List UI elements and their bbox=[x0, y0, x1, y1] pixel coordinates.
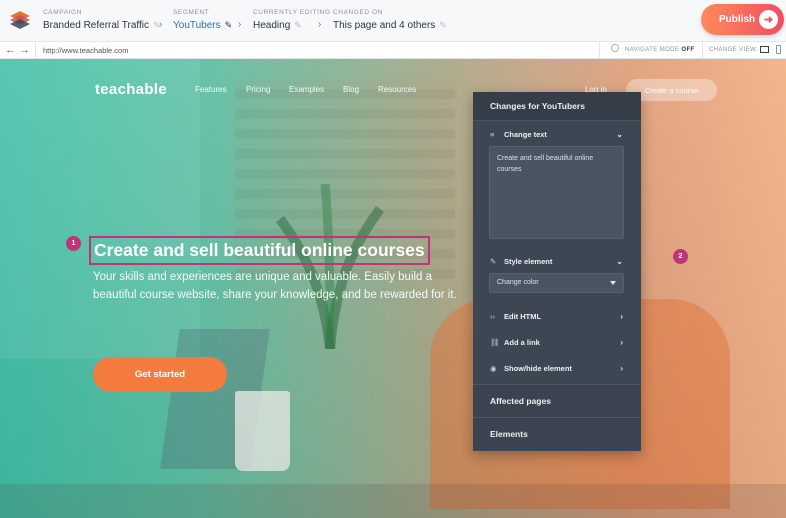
pencil-icon[interactable]: ✎ bbox=[225, 20, 233, 31]
change-text-label: Change text bbox=[504, 130, 547, 139]
campaign-label: CAMPAIGN bbox=[43, 9, 82, 16]
change-color-label: Change color bbox=[497, 279, 539, 286]
chevron-down-icon: ⌄ bbox=[616, 257, 623, 266]
publish-button[interactable]: Publish ➜ bbox=[701, 4, 784, 35]
style-element-row[interactable]: ✎ Style element ⌄ bbox=[473, 253, 641, 271]
show-hide-label: Show/hide element bbox=[504, 364, 572, 373]
segment-crumb[interactable]: SEGMENT YouTubers ✎ bbox=[173, 9, 232, 31]
app-logo-icon bbox=[10, 11, 30, 29]
back-arrow-icon[interactable]: ← bbox=[5, 44, 16, 56]
hero-headline[interactable]: Create and sell beautiful online courses bbox=[89, 236, 430, 265]
navigate-mode-value: OFF bbox=[681, 47, 695, 53]
segment-value: YouTubers bbox=[173, 20, 221, 31]
chevron-right-icon: › bbox=[620, 338, 623, 347]
edit-html-row[interactable]: ‹› Edit HTML › bbox=[473, 308, 641, 326]
add-link-label: Add a link bbox=[504, 338, 540, 347]
arrow-right-icon: ➜ bbox=[759, 10, 778, 29]
pencil-icon[interactable]: ✎ bbox=[294, 20, 302, 31]
chevron-right-icon: › bbox=[620, 312, 623, 321]
marker-badge-2[interactable]: 2 bbox=[673, 249, 688, 264]
show-hide-row[interactable]: ◉ Show/hide element › bbox=[473, 360, 641, 378]
changed-on-crumb[interactable]: CHANGED ON This page and 4 others ✎ bbox=[333, 9, 447, 31]
changed-on-label: CHANGED ON bbox=[333, 9, 384, 16]
site-nav-examples[interactable]: Examples bbox=[289, 85, 324, 94]
chevron-right-icon: › bbox=[318, 19, 322, 30]
desktop-view-icon[interactable] bbox=[760, 46, 769, 53]
toggle-circle-icon bbox=[611, 44, 619, 52]
hero-subtext[interactable]: Your skills and experiences are unique a… bbox=[93, 269, 463, 305]
currently-editing-label: CURRENTLY EDITING bbox=[253, 9, 331, 16]
add-link-row[interactable]: ⛓ Add a link › bbox=[473, 334, 641, 352]
forward-arrow-icon[interactable]: → bbox=[19, 44, 30, 56]
site-nav-pricing[interactable]: Pricing bbox=[246, 85, 270, 94]
eye-icon: ◉ bbox=[490, 364, 497, 373]
website-preview: teachable Features Pricing Examples Blog… bbox=[0, 59, 786, 518]
change-view-label: CHANGE VIEW: bbox=[702, 42, 758, 59]
link-icon: ⛓ bbox=[490, 338, 500, 347]
style-element-label: Style element bbox=[504, 257, 553, 266]
navigate-mode-label: NAVIGATE MODE bbox=[625, 47, 680, 53]
chevron-right-icon: › bbox=[159, 19, 163, 30]
caret-down-icon bbox=[610, 281, 616, 285]
brush-icon: ✎ bbox=[490, 257, 497, 266]
mobile-view-icon[interactable] bbox=[776, 45, 781, 54]
url-field[interactable]: http://www.teachable.com bbox=[35, 42, 600, 59]
code-icon: ‹› bbox=[490, 312, 495, 321]
site-nav-blog[interactable]: Blog bbox=[343, 85, 359, 94]
get-started-button[interactable]: Get started bbox=[93, 357, 227, 392]
pencil-icon[interactable]: ✎ bbox=[439, 20, 447, 31]
change-color-dropdown[interactable]: Change color bbox=[489, 273, 624, 293]
campaign-value: Branded Referral Traffic bbox=[43, 20, 149, 31]
changes-panel: Changes for YouTubers ≡ Change text ⌄ Cre… bbox=[473, 92, 641, 451]
currently-editing-value: Heading bbox=[253, 20, 291, 31]
segment-label: SEGMENT bbox=[173, 9, 210, 16]
affected-pages-section[interactable]: Affected pages bbox=[473, 384, 641, 417]
chevron-right-icon: › bbox=[620, 364, 623, 373]
editor-toolbar: CAMPAIGN Branded Referral Traffic ✎ › SEG… bbox=[0, 0, 786, 42]
publish-label: Publish bbox=[719, 14, 756, 25]
change-text-input[interactable]: Create and sell beautiful online courses bbox=[489, 146, 624, 239]
text-lines-icon: ≡ bbox=[490, 130, 495, 139]
panel-title: Changes for YouTubers bbox=[473, 92, 641, 121]
site-nav-resources[interactable]: Resources bbox=[378, 85, 416, 94]
campaign-crumb[interactable]: CAMPAIGN Branded Referral Traffic ✎ bbox=[43, 9, 161, 31]
changed-on-value: This page and 4 others bbox=[333, 20, 436, 31]
change-text-row[interactable]: ≡ Change text ⌄ bbox=[473, 126, 641, 144]
browser-bar: ← → http://www.teachable.com NAVIGATE MO… bbox=[0, 42, 786, 59]
chevron-right-icon: › bbox=[238, 19, 242, 30]
edit-html-label: Edit HTML bbox=[504, 312, 542, 321]
marker-badge-1[interactable]: 1 bbox=[66, 236, 81, 251]
navigate-mode-toggle[interactable]: NAVIGATE MODE OFF bbox=[611, 42, 695, 59]
chevron-down-icon: ⌄ bbox=[616, 130, 623, 139]
elements-section[interactable]: Elements bbox=[473, 417, 641, 450]
site-logo[interactable]: teachable bbox=[95, 81, 167, 98]
site-nav-features[interactable]: Features bbox=[195, 85, 227, 94]
